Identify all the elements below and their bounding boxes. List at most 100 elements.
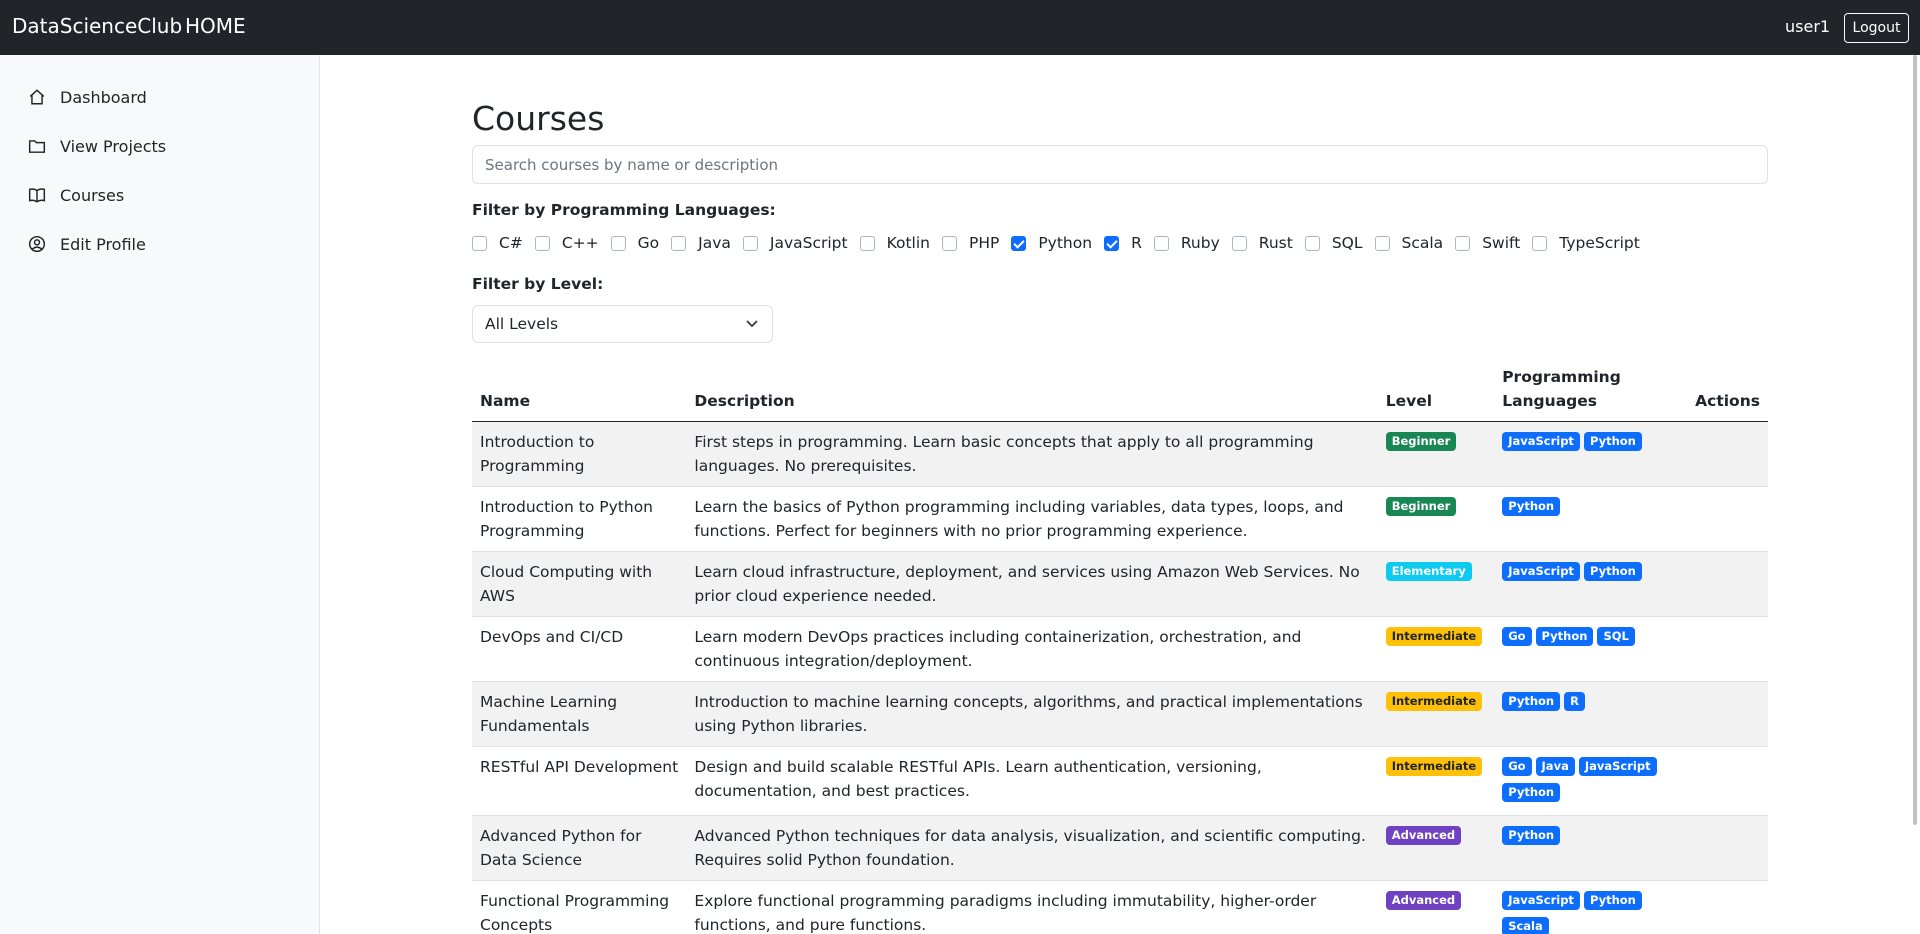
course-level: Elementary bbox=[1377, 551, 1495, 617]
checkbox[interactable] bbox=[1231, 235, 1247, 251]
checkbox[interactable] bbox=[1153, 235, 1169, 251]
checkbox[interactable] bbox=[941, 235, 957, 251]
checkbox[interactable] bbox=[742, 235, 758, 251]
home-link[interactable]: HOME bbox=[185, 14, 246, 38]
level-badge: Intermediate bbox=[1385, 757, 1483, 776]
level-badge: Advanced bbox=[1385, 826, 1462, 845]
checkbox[interactable] bbox=[534, 235, 550, 251]
checkbox[interactable] bbox=[671, 235, 687, 251]
language-option[interactable]: R bbox=[1104, 234, 1142, 252]
course-description: Advanced Python techniques for data anal… bbox=[686, 815, 1378, 881]
language-option-label: Kotlin bbox=[886, 234, 930, 252]
language-option[interactable]: SQL bbox=[1304, 234, 1363, 252]
course-name: Introduction to Programming bbox=[472, 421, 687, 487]
language-option[interactable]: Ruby bbox=[1153, 234, 1220, 252]
logout-button[interactable]: Logout bbox=[1844, 13, 1909, 43]
level-badge: Beginner bbox=[1385, 497, 1457, 516]
language-option[interactable]: PHP bbox=[941, 234, 999, 252]
brand-link[interactable]: DataScienceClub bbox=[12, 14, 182, 38]
checkbox[interactable] bbox=[1455, 235, 1471, 251]
sidebar: Dashboard View Projects Courses Edit Pro… bbox=[0, 55, 320, 934]
course-description: Learn the basics of Python programming i… bbox=[686, 486, 1378, 552]
sidebar-item-view-projects[interactable]: View Projects bbox=[28, 131, 166, 161]
course-languages: Go Python SQL bbox=[1494, 616, 1688, 682]
checkbox[interactable] bbox=[1304, 235, 1320, 251]
course-description: First steps in programming. Learn basic … bbox=[686, 421, 1378, 487]
checkbox[interactable] bbox=[472, 235, 487, 251]
sidebar-item-edit-profile[interactable]: Edit Profile bbox=[28, 229, 146, 259]
course-name: Introduction to Python Programming bbox=[472, 486, 687, 552]
level-badge: Advanced bbox=[1385, 891, 1462, 910]
language-badge: Python bbox=[1502, 497, 1561, 516]
header-languages-line1: Programming bbox=[1502, 368, 1621, 386]
header-description: Description bbox=[686, 357, 1378, 422]
language-option-label: Scala bbox=[1401, 234, 1444, 252]
language-option[interactable]: TypeScript bbox=[1532, 234, 1640, 252]
checkbox[interactable] bbox=[1104, 235, 1120, 251]
course-description: Explore functional programming paradigms… bbox=[686, 880, 1378, 934]
course-languages: JavaScript Python bbox=[1494, 551, 1688, 617]
course-actions bbox=[1687, 616, 1768, 682]
checkbox[interactable] bbox=[1374, 235, 1390, 251]
level-select[interactable]: All Levels bbox=[472, 305, 773, 343]
language-option[interactable]: Rust bbox=[1231, 234, 1293, 252]
language-option[interactable]: C# bbox=[472, 234, 523, 252]
header-languages-line2: Languages bbox=[1502, 392, 1597, 410]
level-badge: Intermediate bbox=[1385, 627, 1483, 646]
course-level: Advanced bbox=[1377, 815, 1495, 881]
table-row: RESTful API Development Design and build … bbox=[472, 746, 1768, 816]
sidebar-item-label: Dashboard bbox=[60, 87, 147, 107]
level-badge: Beginner bbox=[1385, 432, 1457, 451]
language-badge: Python bbox=[1502, 826, 1561, 845]
top-navbar: DataScienceClub HOME user1 Logout bbox=[0, 0, 1920, 55]
table-row: Introduction to Programming First steps i… bbox=[472, 421, 1768, 487]
header-actions: Actions bbox=[1687, 357, 1768, 422]
course-name: Advanced Python for Data Science bbox=[472, 815, 687, 881]
course-level: Beginner bbox=[1377, 486, 1495, 552]
sidebar-item-dashboard[interactable]: Dashboard bbox=[28, 82, 147, 112]
language-badge: JavaScript bbox=[1578, 757, 1657, 776]
language-option[interactable]: JavaScript bbox=[742, 234, 848, 252]
language-option[interactable]: Kotlin bbox=[859, 234, 930, 252]
language-option-label: Python bbox=[1038, 234, 1093, 252]
page-title: Courses bbox=[472, 99, 605, 138]
language-option[interactable]: Swift bbox=[1455, 234, 1520, 252]
checkbox[interactable] bbox=[610, 235, 626, 251]
language-option-label: SQL bbox=[1331, 234, 1363, 252]
course-name: DevOps and CI/CD bbox=[472, 616, 687, 682]
page-scrollbar[interactable] bbox=[1913, 55, 1917, 825]
language-badge: Python bbox=[1535, 627, 1594, 646]
language-option[interactable]: Go bbox=[610, 234, 660, 252]
language-badge: JavaScript bbox=[1502, 562, 1580, 581]
sidebar-item-label: Edit Profile bbox=[60, 234, 146, 254]
language-badge: JavaScript bbox=[1502, 432, 1580, 451]
course-languages: JavaScript Python Scala bbox=[1494, 880, 1688, 934]
house-icon bbox=[29, 89, 45, 105]
language-option-label: C++ bbox=[561, 234, 599, 252]
language-option[interactable]: Python bbox=[1011, 234, 1092, 252]
checkbox[interactable] bbox=[859, 235, 875, 251]
language-option[interactable]: C++ bbox=[534, 234, 599, 252]
language-option[interactable]: Scala bbox=[1374, 234, 1444, 252]
sidebar-item-label: Courses bbox=[60, 185, 125, 205]
course-languages: Python bbox=[1494, 486, 1688, 552]
language-option-label: Go bbox=[637, 234, 660, 252]
course-level: Advanced bbox=[1377, 880, 1495, 934]
search-input[interactable] bbox=[472, 145, 1768, 184]
course-description: Learn cloud infrastructure, deployment, … bbox=[686, 551, 1378, 617]
course-actions bbox=[1687, 421, 1768, 487]
language-option-label: Ruby bbox=[1180, 234, 1220, 252]
language-badge: Python bbox=[1502, 692, 1561, 711]
header-languages: Programming Languages bbox=[1494, 357, 1688, 422]
language-badge: Java bbox=[1535, 757, 1575, 776]
language-badge: Python bbox=[1583, 562, 1642, 581]
course-actions bbox=[1687, 880, 1768, 934]
language-option[interactable]: Java bbox=[671, 234, 731, 252]
course-name: RESTful API Development bbox=[472, 746, 687, 816]
checkbox[interactable] bbox=[1532, 235, 1548, 251]
course-description: Learn modern DevOps practices including … bbox=[686, 616, 1378, 682]
checkbox[interactable] bbox=[1011, 235, 1027, 251]
header-name: Name bbox=[472, 357, 687, 422]
language-badge: Python bbox=[1502, 783, 1561, 802]
sidebar-item-courses[interactable]: Courses bbox=[28, 180, 124, 210]
